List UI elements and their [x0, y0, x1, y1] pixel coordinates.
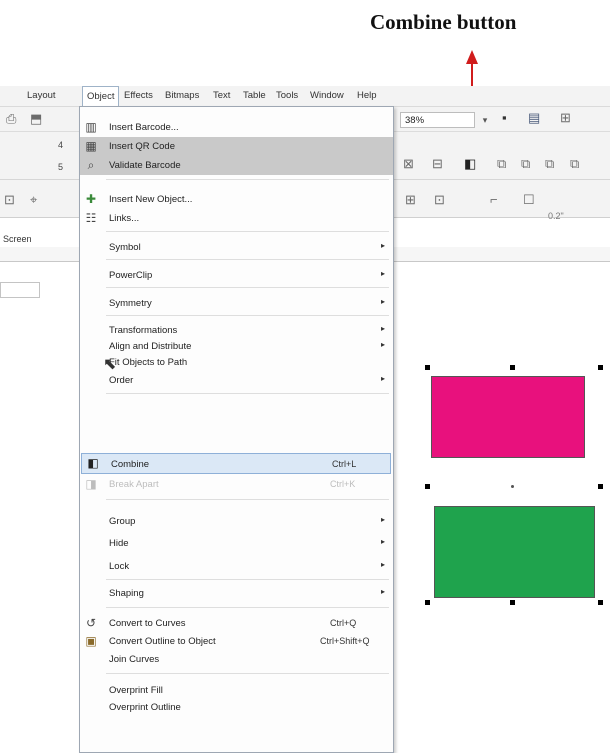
print-icon[interactable]: ⎙	[6, 111, 16, 127]
menu-separator	[106, 499, 389, 500]
menu-item-hide[interactable]: Hide ▸	[80, 534, 393, 553]
size-field[interactable]	[0, 282, 40, 298]
menu-item-convert-outline-to-object[interactable]: ▣ Convert Outline to Object Ctrl+Shift+Q	[80, 632, 393, 651]
menu-separator	[106, 579, 389, 580]
menu-item-convert-to-curves[interactable]: ↺ Convert to Curves Ctrl+Q	[80, 614, 393, 633]
menu-text[interactable]: Text	[213, 90, 230, 101]
intersect-icon[interactable]: ⊟	[432, 156, 443, 172]
submenu-arrow-icon: ▸	[380, 515, 385, 524]
convert-curves-icon: ↺	[85, 616, 97, 630]
menubar: Layout Object Effects Bitmaps Text Table…	[0, 86, 610, 107]
menu-separator	[106, 315, 389, 316]
ruler-number: 5	[58, 162, 64, 172]
full-screen-icon[interactable]: ▪	[502, 110, 507, 125]
menu-separator	[106, 231, 389, 232]
menu-item-shaping[interactable]: Shaping ▸	[80, 584, 393, 603]
menu-item-lock[interactable]: Lock ▸	[80, 557, 393, 576]
links-icon: ☷	[85, 211, 97, 225]
selection-handle[interactable]	[510, 600, 515, 605]
front-minus-back-icon[interactable]: ⧉	[521, 156, 530, 172]
combine-icon[interactable]: ◧	[464, 156, 476, 172]
menu-separator	[106, 673, 389, 674]
menu-separator	[106, 259, 389, 260]
ruler-number: 4	[58, 140, 64, 150]
menu-item-validate-barcode[interactable]: ⌕ Validate Barcode	[80, 156, 393, 175]
menu-separator	[106, 287, 389, 288]
submenu-arrow-icon: ▸	[380, 560, 385, 569]
trim-icon[interactable]: ⊠	[403, 156, 414, 172]
submenu-arrow-icon: ▸	[380, 324, 385, 333]
green-rectangle[interactable]	[434, 506, 595, 598]
submenu-arrow-icon: ▸	[380, 374, 385, 383]
barcode-icon: ▥	[85, 120, 97, 134]
document-tab[interactable]: Screen	[3, 234, 83, 248]
submenu-arrow-icon: ▸	[380, 297, 385, 306]
outline-width-field[interactable]: 0.2"	[548, 208, 598, 224]
menu-bitmaps[interactable]: Bitmaps	[165, 90, 199, 101]
menu-tools[interactable]: Tools	[276, 90, 298, 101]
menu-layout[interactable]: Layout	[27, 90, 56, 101]
outline-icon[interactable]: ☐	[523, 192, 535, 208]
options-icon[interactable]: ▤	[528, 110, 540, 126]
menu-separator	[106, 393, 389, 394]
pink-rectangle[interactable]	[431, 376, 585, 458]
mouse-pointer-icon: ⬉	[103, 356, 117, 373]
wrap-text-icon[interactable]: ⊞	[405, 192, 416, 208]
selection-center[interactable]	[511, 485, 514, 488]
qr-code-icon: ▦	[85, 139, 97, 153]
submenu-arrow-icon: ▸	[380, 241, 385, 250]
selection-handle[interactable]	[510, 365, 515, 370]
submenu-arrow-icon: ▸	[380, 340, 385, 349]
menu-item-powerclip[interactable]: PowerClip ▸	[80, 266, 393, 285]
back-minus-front-icon[interactable]: ⧉	[545, 156, 554, 172]
zoom-level-field[interactable]: 38%	[400, 112, 475, 128]
submenu-arrow-icon: ▸	[380, 537, 385, 546]
export-icon[interactable]: ⊞	[560, 110, 571, 126]
menu-help[interactable]: Help	[357, 90, 377, 101]
menu-item-break-apart: ◨ Break Apart Ctrl+K	[80, 475, 393, 494]
menu-item-group[interactable]: Group ▸	[80, 512, 393, 531]
selection-handle[interactable]	[598, 365, 603, 370]
menu-item-order[interactable]: Order ▸	[80, 371, 393, 390]
menu-separator	[106, 607, 389, 608]
submenu-arrow-icon: ▸	[380, 269, 385, 278]
insert-object-icon: ✚	[85, 192, 97, 206]
selection-handle[interactable]	[425, 365, 430, 370]
weld-icon[interactable]: ⧉	[497, 156, 506, 172]
selection-handle[interactable]	[598, 484, 603, 489]
node-icon[interactable]: ⊡	[4, 192, 15, 208]
publish-icon[interactable]: ⬒	[30, 111, 42, 127]
menu-item-insert-new-object[interactable]: ✚ Insert New Object...	[80, 190, 393, 209]
menu-separator	[106, 179, 389, 180]
menu-item-overprint-outline[interactable]: Overprint Outline	[80, 698, 393, 717]
menu-item-symmetry[interactable]: Symmetry ▸	[80, 294, 393, 313]
validate-barcode-icon: ⌕	[87, 158, 95, 172]
menu-item-fit-objects-to-path[interactable]: Fit Objects to Path	[80, 353, 393, 372]
mirror-icon[interactable]: ⊡	[434, 192, 445, 208]
menu-table[interactable]: Table	[243, 90, 266, 101]
corner-icon[interactable]: ⌐	[490, 192, 498, 207]
menu-item-combine[interactable]: ◧ Combine Ctrl+L	[81, 453, 391, 474]
object-menu: ▥ Insert Barcode... ▦ Insert QR Code ⌕ V…	[79, 106, 394, 753]
break-apart-icon: ◨	[85, 477, 97, 491]
submenu-arrow-icon: ▸	[380, 587, 385, 596]
menu-item-join-curves[interactable]: Join Curves	[80, 650, 393, 669]
menu-item-symbol[interactable]: Symbol ▸	[80, 238, 393, 257]
selection-handle[interactable]	[425, 484, 430, 489]
combine-icon: ◧	[87, 456, 99, 470]
menu-item-links[interactable]: ☷ Links...	[80, 209, 393, 228]
menu-item-insert-qr-code[interactable]: ▦ Insert QR Code	[80, 137, 393, 156]
menu-item-insert-barcode[interactable]: ▥ Insert Barcode...	[80, 118, 393, 137]
menu-window[interactable]: Window	[310, 90, 344, 101]
selection-handle[interactable]	[598, 600, 603, 605]
menu-object[interactable]: Object	[82, 86, 120, 106]
selection-handle[interactable]	[425, 600, 430, 605]
outline-object-icon: ▣	[85, 634, 97, 648]
menu-effects[interactable]: Effects	[124, 90, 153, 101]
shape-tool-icon[interactable]: ⌖	[30, 192, 37, 208]
boundary-icon[interactable]: ⧉	[570, 156, 579, 172]
zoom-dropdown-arrow[interactable]: ▾	[478, 112, 492, 128]
